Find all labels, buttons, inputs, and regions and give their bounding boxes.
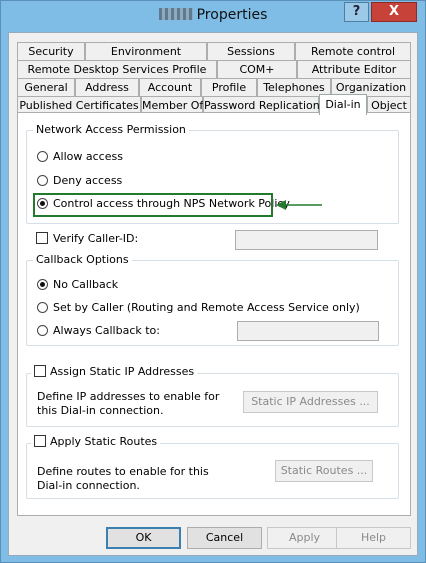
tab-profile[interactable]: Profile — [201, 78, 257, 96]
always-callback-label[interactable]: Always Callback to: — [53, 324, 160, 337]
deny-access-radio[interactable] — [37, 175, 48, 186]
verify-caller-id-checkbox[interactable] — [36, 232, 48, 244]
apply-button[interactable]: Apply — [267, 527, 342, 549]
static-routes-description: Define routes to enable for this Dial-in… — [37, 465, 209, 492]
static-ip-label[interactable]: Assign Static IP Addresses — [50, 365, 194, 378]
static-routes-label[interactable]: Apply Static Routes — [50, 435, 157, 448]
dialog-client-area: Security Environment Sessions Remote con… — [8, 32, 418, 556]
always-callback-radio[interactable] — [37, 325, 48, 336]
network-access-legend: Network Access Permission — [33, 123, 189, 137]
static-routes-checkbox[interactable] — [34, 435, 46, 447]
tab-sessions[interactable]: Sessions — [207, 42, 295, 60]
static-ip-group: Assign Static IP Addresses Define IP add… — [26, 365, 399, 427]
dial-in-panel: Network Access Permission Allow access D… — [17, 112, 411, 516]
tab-attribute-editor[interactable]: Attribute Editor — [297, 60, 411, 78]
tab-com-plus[interactable]: COM+ — [217, 60, 297, 78]
cancel-button[interactable]: Cancel — [187, 527, 262, 549]
properties-window: Properties ? X Security Environment Sess… — [0, 0, 426, 563]
set-by-caller-radio[interactable] — [37, 302, 48, 313]
static-ip-addresses-button[interactable]: Static IP Addresses ... — [243, 391, 378, 413]
left-arrow-icon — [276, 200, 322, 210]
always-callback-input[interactable] — [237, 321, 379, 341]
no-callback-label[interactable]: No Callback — [53, 278, 118, 291]
title-bar[interactable]: Properties ? X — [1, 1, 425, 32]
help-title-button[interactable]: ? — [344, 2, 369, 22]
static-ip-legend: Assign Static IP Addresses — [31, 365, 198, 379]
nps-highlight-box — [33, 193, 273, 217]
static-routes-button[interactable]: Static Routes ... — [275, 460, 373, 482]
allow-access-radio[interactable] — [37, 151, 48, 162]
deny-access-label[interactable]: Deny access — [53, 174, 122, 187]
caller-id-input[interactable] — [235, 230, 378, 250]
help-button[interactable]: Help — [336, 527, 411, 549]
verify-caller-id-label[interactable]: Verify Caller-ID: — [53, 232, 138, 245]
callback-options-group: Callback Options No Callback Set by Call… — [26, 253, 399, 346]
set-by-caller-label[interactable]: Set by Caller (Routing and Remote Access… — [53, 301, 360, 314]
ok-button[interactable]: OK — [106, 527, 181, 549]
static-routes-group: Apply Static Routes Define routes to ena… — [26, 435, 399, 499]
tab-remote-control[interactable]: Remote control — [295, 42, 411, 60]
static-ip-checkbox[interactable] — [34, 365, 46, 377]
close-button[interactable]: X — [371, 2, 417, 22]
no-callback-radio[interactable] — [37, 279, 48, 290]
tab-environment[interactable]: Environment — [85, 42, 207, 60]
callback-options-legend: Callback Options — [33, 253, 132, 267]
window-title-text: Properties — [196, 7, 268, 23]
tab-security[interactable]: Security — [17, 42, 85, 60]
tab-remote-desktop-services-profile[interactable]: Remote Desktop Services Profile — [17, 60, 217, 78]
static-routes-legend: Apply Static Routes — [31, 435, 161, 449]
tab-dial-in[interactable]: Dial-in — [319, 94, 367, 115]
allow-access-label[interactable]: Allow access — [53, 150, 123, 163]
tab-account[interactable]: Account — [139, 78, 201, 96]
redacted-name — [158, 8, 193, 20]
static-ip-description: Define IP addresses to enable for this D… — [37, 390, 220, 417]
tab-address[interactable]: Address — [75, 78, 139, 96]
tab-general[interactable]: General — [17, 78, 75, 96]
